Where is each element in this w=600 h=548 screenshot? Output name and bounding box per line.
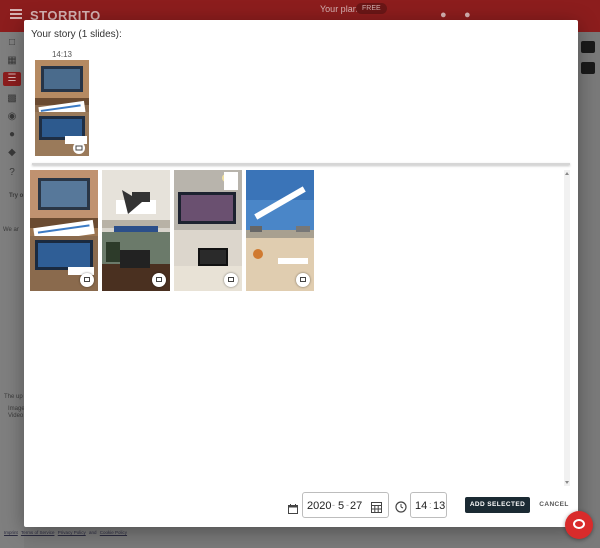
date-year[interactable]: 2020 [307,500,331,512]
sidebar-item-team[interactable]: ● [3,128,21,142]
add-selected-button[interactable]: ADD SELECTED [465,497,530,513]
image-type-icon [296,273,310,287]
media-item-4[interactable] [246,170,314,291]
plan-label: Your plan: [320,4,361,14]
bg-video-text: Video [8,413,24,419]
date-day[interactable]: 27 [350,500,362,512]
bg-update-text: The up [4,394,23,400]
cancel-button[interactable]: CANCEL [537,497,571,513]
time-input[interactable]: 14 : 13 [410,492,447,518]
slide-time: 14:13 [51,50,73,59]
scroll-down-icon[interactable] [565,481,569,484]
clock-icon [395,500,407,513]
bg-right-button-1[interactable] [581,41,595,53]
imprint-link[interactable]: Imprint [4,530,18,535]
media-grid [30,170,571,484]
sidebar-item-camera[interactable]: ◉ [3,110,21,124]
bg-right-button-2[interactable] [581,62,595,74]
media-item-3[interactable] [174,170,242,291]
chat-icon[interactable] [565,511,593,539]
scroll-up-icon[interactable] [565,172,569,175]
image-type-icon [80,273,94,287]
add-media-dialog: Your story (1 slides): 14:13 2020 - 5 - … [24,20,578,527]
sidebar: □ ▦ ☰ ▩ ◉ ● ◆ ? [0,32,24,548]
sidebar-item-library[interactable]: □ [3,36,21,50]
sidebar-item-media[interactable]: ▩ [3,92,21,106]
terms-link[interactable]: Terms of Service [21,530,55,535]
links-and-text: and [89,530,97,535]
sidebar-item-help[interactable]: ? [3,166,21,180]
time-minute[interactable]: 13 [433,500,445,512]
slide-thumbnail[interactable] [35,60,89,156]
menu-icon[interactable] [10,9,22,19]
bg-try-text: Try o [9,193,24,199]
privacy-link[interactable]: Privacy Policy [58,530,86,535]
date-month[interactable]: 5 [338,500,344,512]
media-item-2[interactable] [102,170,170,291]
time-hour[interactable]: 14 [415,500,427,512]
date-picker-icon[interactable] [371,500,382,513]
plan-badge: FREE [356,3,387,14]
bg-image-text: Image [8,406,25,412]
media-item-1[interactable] [30,170,98,291]
footer-links: Imprint Terms of Service Privacy Policy … [4,530,129,535]
media-scrollbar[interactable] [564,170,570,486]
bg-we-text: We ar [3,227,19,233]
section-divider [32,163,570,165]
date-input[interactable]: 2020 - 5 - 27 [302,492,389,518]
image-type-icon [224,273,238,287]
dialog-title: Your story (1 slides): [31,29,122,40]
cookie-link[interactable]: Cookie Policy [100,530,127,535]
sidebar-item-calendar[interactable]: ▦ [3,54,21,68]
calendar-icon [288,501,298,514]
sidebar-item-stories[interactable]: ☰ [3,72,21,86]
sidebar-item-tags[interactable]: ◆ [3,146,21,160]
image-type-icon [152,273,166,287]
